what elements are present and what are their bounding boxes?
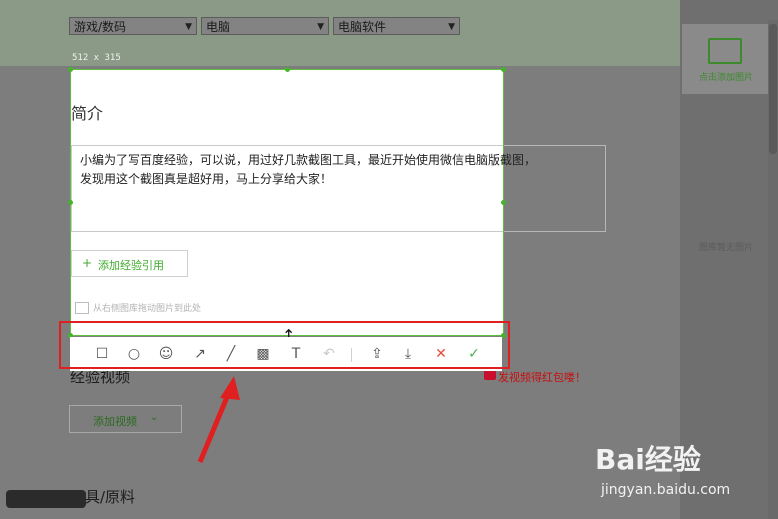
add-image-button[interactable]: 点击添加图片 bbox=[682, 24, 770, 94]
resize-handle-left[interactable] bbox=[68, 200, 73, 205]
add-image-label: 点击添加图片 bbox=[698, 73, 753, 83]
annotation-arrow bbox=[197, 376, 240, 463]
image-icon bbox=[708, 38, 742, 64]
category-select-1[interactable]: 游戏/数码 ▼ bbox=[69, 17, 197, 35]
chevron-down-icon: ⌄ bbox=[150, 412, 159, 423]
highlight-box bbox=[59, 321, 510, 369]
add-reference-button[interactable]: + 添加经验引用 bbox=[71, 250, 188, 277]
resize-handle-top-right[interactable] bbox=[501, 67, 506, 72]
category-select-3[interactable]: 电脑软件 ▼ bbox=[333, 17, 460, 35]
author-logo bbox=[6, 490, 86, 511]
chevron-down-icon: ▼ bbox=[185, 22, 192, 32]
picture-icon bbox=[75, 302, 89, 314]
scrollbar-thumb[interactable] bbox=[769, 24, 777, 154]
resize-handle-right[interactable] bbox=[501, 200, 506, 205]
section-title-intro: 简介 bbox=[71, 104, 104, 123]
add-video-label: 添加视频 bbox=[93, 415, 137, 428]
add-video-button[interactable]: 添加视频 ⌄ bbox=[69, 405, 182, 433]
red-envelope-icon bbox=[484, 370, 496, 380]
baidu-watermark-url: jingyan.baidu.com bbox=[601, 482, 731, 498]
video-promo: 发视频得红包喽！ bbox=[498, 371, 586, 384]
gallery-empty-text: 图库暂无图片 bbox=[698, 243, 753, 253]
add-reference-label: 添加经验引用 bbox=[98, 259, 164, 272]
intro-text-line-2: 发现用这个截图真是超好用，马上分享给大家！ bbox=[80, 172, 333, 186]
plus-icon: + bbox=[82, 256, 93, 270]
chevron-down-icon: ▼ bbox=[448, 22, 455, 32]
resize-handle-top-left[interactable] bbox=[68, 67, 73, 72]
chevron-down-icon: ▼ bbox=[317, 22, 324, 32]
category-select-3-value: 电脑软件 bbox=[338, 20, 387, 34]
resize-handle-top[interactable] bbox=[285, 67, 290, 72]
baidu-watermark-brand: Bai经验 bbox=[595, 443, 701, 476]
capture-size-label: 512 x 315 bbox=[72, 53, 121, 63]
capture-selection[interactable]: 简介 小编为了写百度经验，可以说，用过好几款截图工具，最近开始使用微信电脑版截图… bbox=[70, 69, 536, 336]
drag-hint: 从右侧图库拖动图片到此处 bbox=[93, 304, 202, 314]
category-select-2-value: 电脑 bbox=[206, 20, 231, 34]
category-select-2[interactable]: 电脑 ▼ bbox=[201, 17, 329, 35]
category-select-1-value: 游戏/数码 bbox=[74, 20, 127, 34]
intro-text-line-1: 小编为了写百度经验，可以说，用过好几款截图工具，最近开始使用微信电脑版截图， bbox=[80, 153, 537, 167]
